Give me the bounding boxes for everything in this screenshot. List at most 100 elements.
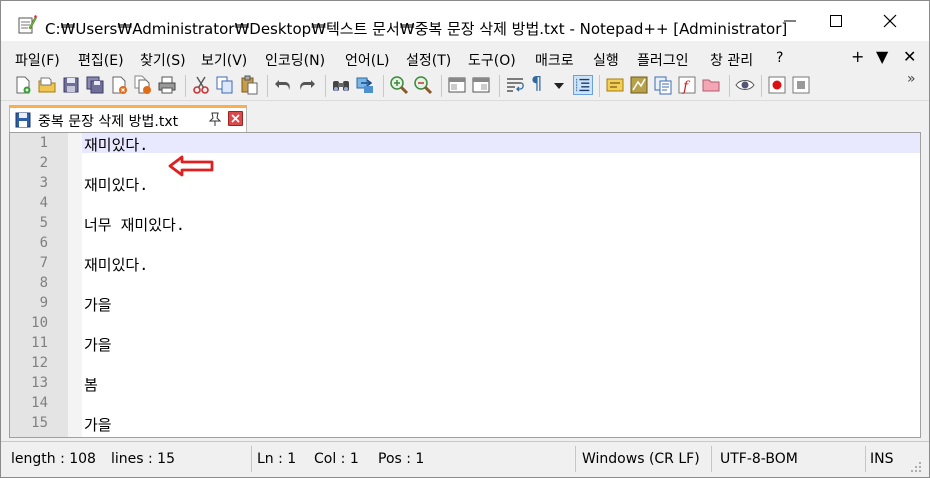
word-wrap-icon[interactable] (505, 75, 525, 95)
toolbar: ¶ f » (1, 71, 929, 101)
editor-line[interactable]: 1 재미있다. (10, 133, 920, 154)
menu-plugins[interactable]: 플러그인 (637, 50, 689, 70)
title-bar[interactable]: C:₩Users₩Administrator₩Desktop₩텍스트 문서₩중복… (1, 1, 929, 41)
line-text: 가을 (84, 296, 112, 314)
red-arrow-annotation-icon (168, 155, 214, 177)
menu-edit[interactable]: 편집(E) (78, 50, 124, 70)
close-file-icon[interactable] (109, 75, 129, 95)
line-number: 1 (39, 135, 48, 151)
undo-icon[interactable] (273, 75, 293, 95)
close-doc-button[interactable]: ✕ (903, 47, 916, 66)
show-all-chars-icon[interactable]: ¶ (531, 73, 551, 94)
pin-icon[interactable] (208, 111, 222, 127)
maximize-icon (830, 15, 842, 27)
sync-vertical-icon[interactable] (447, 75, 467, 95)
find-icon[interactable] (331, 75, 351, 95)
editor-line[interactable]: 2 (10, 153, 920, 173)
line-number: 6 (39, 235, 48, 251)
editor-line[interactable]: 12 (10, 353, 920, 373)
menu-tools[interactable]: 도구(O) (468, 50, 516, 70)
status-divider (251, 446, 252, 472)
folder-as-workspace-icon[interactable] (701, 75, 721, 95)
indent-guide-icon[interactable] (573, 75, 593, 95)
redo-icon[interactable] (297, 75, 317, 95)
menu-settings[interactable]: 설정(T) (406, 50, 451, 70)
line-text: 가을 (84, 336, 112, 354)
menu-encoding[interactable]: 인코딩(N) (265, 50, 325, 70)
close-window-button[interactable] (867, 1, 913, 41)
saved-file-icon (15, 112, 31, 128)
menu-file[interactable]: 파일(F) (15, 50, 60, 70)
func-icon[interactable]: f (677, 75, 697, 95)
zoom-out-icon[interactable] (413, 75, 433, 95)
func-list-icon[interactable] (653, 75, 673, 95)
editor-line[interactable]: 11 가을 (10, 333, 920, 354)
status-bar: length : 108 lines : 15 Ln : 1 Col : 1 P… (1, 441, 929, 477)
line-text: 너무 재미있다. (84, 216, 185, 234)
line-number: 15 (31, 415, 48, 431)
editor-line[interactable]: 10 (10, 313, 920, 333)
show-all-dropdown-icon[interactable] (549, 75, 569, 95)
zoom-in-icon[interactable] (389, 75, 409, 95)
menu-search[interactable]: 찾기(S) (140, 50, 186, 70)
cut-icon[interactable] (191, 75, 211, 95)
menu-macro[interactable]: 매크로 (535, 50, 574, 70)
maximize-button[interactable] (813, 1, 859, 41)
new-file-icon[interactable] (13, 75, 33, 95)
menu-bar: 파일(F) 편집(E) 찾기(S) 보기(V) 인코딩(N) 언어(L) 설정(… (1, 45, 929, 71)
user-lang-icon[interactable] (605, 75, 625, 95)
menu-help[interactable]: ? (776, 50, 783, 66)
editor-line[interactable]: 9 가을 (10, 293, 920, 314)
line-text: 재미있다. (84, 176, 149, 194)
editor-line[interactable]: 3 재미있다. (10, 173, 920, 194)
minimize-button[interactable] (767, 1, 813, 41)
paste-icon[interactable] (239, 75, 259, 95)
open-file-icon[interactable] (37, 75, 57, 95)
print-icon[interactable] (157, 75, 177, 95)
editor-line[interactable]: 14 (10, 393, 920, 413)
editor-line[interactable]: 5 너무 재미있다. (10, 213, 920, 234)
status-lines: lines : 15 (111, 451, 175, 467)
text-editor[interactable]: 1 재미있다. 2 3 재미있다. 4 5 너무 재미있다. 6 7 재미있다. 8 9 가을 10 11 가을… (9, 132, 921, 438)
doc-map-icon[interactable] (629, 75, 649, 95)
tab-label: 중복 문장 삭제 방법.txt (38, 114, 179, 130)
sync-horizontal-icon[interactable] (471, 75, 491, 95)
window-title: C:₩Users₩Administrator₩Desktop₩텍스트 문서₩중복… (45, 20, 788, 38)
save-all-icon[interactable] (85, 75, 105, 95)
toolbar-separator (325, 75, 326, 97)
status-divider (575, 446, 576, 472)
editor-line[interactable]: 13 봄 (10, 373, 920, 394)
status-eol-format[interactable]: Windows (CR LF) (582, 442, 700, 476)
line-number: 12 (31, 355, 48, 371)
status-encoding[interactable]: UTF-8-BOM (720, 442, 798, 476)
toolbar-overflow-chevron[interactable]: » (907, 71, 916, 87)
menu-language[interactable]: 언어(L) (345, 50, 389, 70)
line-text: 가을 (84, 416, 112, 434)
editor-line[interactable]: 8 (10, 273, 920, 293)
menu-view[interactable]: 보기(V) (201, 50, 247, 70)
editor-line[interactable]: 4 (10, 193, 920, 213)
replace-icon[interactable] (355, 75, 375, 95)
monitoring-eye-icon[interactable] (735, 75, 755, 95)
close-icon (883, 14, 897, 28)
menu-window[interactable]: 창 관리 (710, 50, 753, 70)
tab-list-dropdown-button[interactable]: ▼ (876, 47, 888, 66)
stop-macro-icon[interactable] (791, 75, 811, 95)
editor-line[interactable]: 7 재미있다. (10, 253, 920, 274)
save-icon[interactable] (61, 75, 81, 95)
status-length: length : 108 (11, 451, 96, 467)
editor-line[interactable]: 6 (10, 233, 920, 253)
new-tab-plus-button[interactable]: + (851, 47, 864, 66)
copy-icon[interactable] (215, 75, 235, 95)
toolbar-separator (267, 75, 268, 97)
tab-document[interactable]: 중복 문장 삭제 방법.txt (9, 105, 247, 133)
record-macro-icon[interactable] (767, 75, 787, 95)
tab-close-button[interactable] (228, 111, 243, 126)
status-line-number: Ln : 1 (257, 451, 297, 467)
editor-line[interactable]: 15 가을 (10, 413, 920, 434)
resize-grip-icon[interactable] (907, 458, 923, 474)
menu-run[interactable]: 실행 (593, 50, 619, 70)
status-insert-mode[interactable]: INS (870, 442, 894, 476)
toolbar-separator (761, 75, 762, 97)
close-all-icon[interactable] (133, 75, 153, 95)
